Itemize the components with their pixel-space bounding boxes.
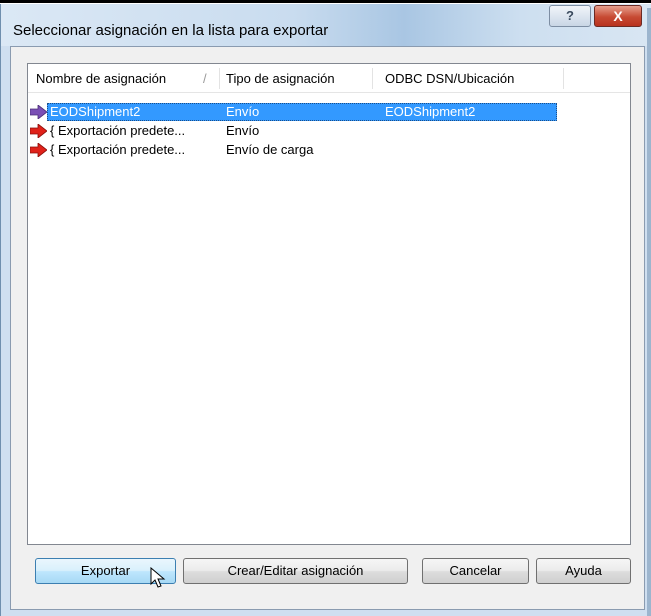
column-divider[interactable] [372, 68, 373, 89]
title-bar[interactable]: Seleccionar asignación en la lista para … [1, 4, 651, 46]
red-arrow-icon [30, 143, 47, 157]
dialog-client-area: Nombre de asignación / Tipo de asignació… [10, 46, 645, 610]
column-header-type[interactable]: Tipo de asignación [226, 64, 335, 93]
red-arrow-icon [30, 124, 47, 138]
mapping-type: Envío de carga [226, 142, 314, 157]
purple-arrow-icon [30, 105, 47, 119]
help-button[interactable]: Ayuda [536, 558, 631, 584]
mapping-name: { Exportación predete... [50, 123, 186, 138]
column-divider[interactable] [563, 68, 564, 89]
mapping-name: { Exportación predete... [50, 142, 186, 157]
dialog-title: Seleccionar asignación en la lista para … [13, 22, 329, 39]
column-header-name[interactable]: Nombre de asignación [36, 64, 166, 93]
create-edit-mapping-button[interactable]: Crear/Editar asignación [183, 558, 408, 584]
close-button[interactable]: X [594, 5, 642, 27]
column-header-location[interactable]: ODBC DSN/Ubicación [385, 64, 514, 93]
close-icon: X [613, 8, 623, 24]
mapping-type: Envío [226, 104, 260, 119]
list-item[interactable]: { Exportación predete... Envío de carga [28, 141, 630, 159]
window-right-edge [647, 8, 651, 616]
mapping-type: Envío [226, 123, 260, 138]
list-item[interactable]: EODShipment2 Envío EODShipment2 [28, 103, 630, 121]
cancel-button[interactable]: Cancelar [422, 558, 529, 584]
sort-indicator-icon: / [203, 71, 207, 86]
top-border-line [0, 0, 651, 3]
question-icon: ? [566, 8, 574, 23]
column-divider[interactable] [219, 68, 220, 89]
help-title-button[interactable]: ? [549, 5, 591, 27]
mapping-location: EODShipment2 [385, 104, 476, 119]
export-mapping-dialog: Seleccionar asignación en la lista para … [0, 4, 651, 616]
list-item[interactable]: { Exportación predete... Envío [28, 122, 630, 140]
mapping-list[interactable]: Nombre de asignación / Tipo de asignació… [27, 63, 631, 545]
mouse-pointer-icon [150, 567, 166, 588]
list-header: Nombre de asignación / Tipo de asignació… [28, 64, 630, 93]
mapping-name: EODShipment2 [50, 104, 141, 119]
